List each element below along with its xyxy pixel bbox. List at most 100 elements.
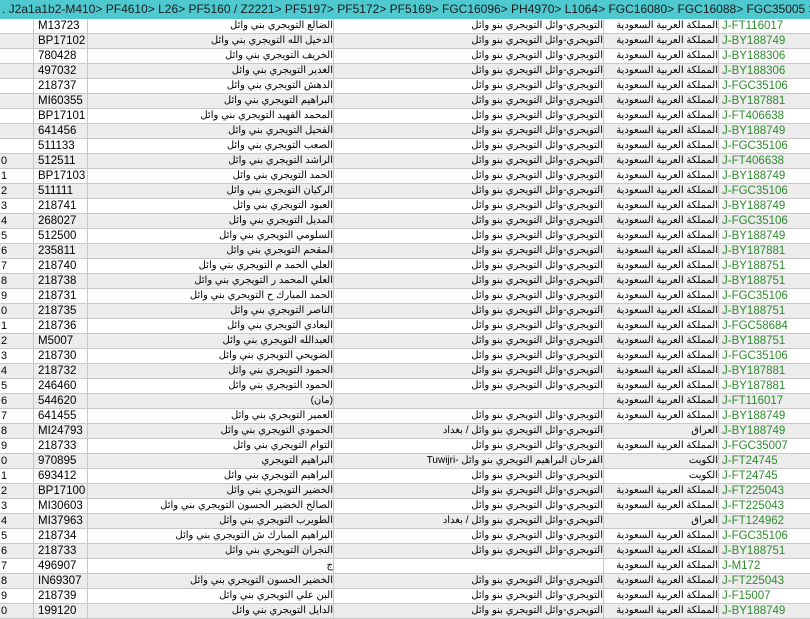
paternal-ancestor-name-cell[interactable]: الصعب التويجري بني وائل — [87, 139, 333, 153]
table-row[interactable]: 8 MI24793 الحمودي التويجري بني وائل التويجر… — [0, 424, 810, 439]
paternal-ancestor-name-cell[interactable]: النجران التويجري بني وائل — [87, 544, 333, 558]
paternal-ancestor-name-cell[interactable]: البراهيم التويجري بني وائل — [87, 469, 333, 483]
tribe-name-cell[interactable]: التويجري-وائل التويجري بنو وائل — [333, 64, 603, 78]
country-cell[interactable]: الكويت — [603, 469, 718, 483]
kit-number-cell[interactable]: 218739 — [33, 589, 87, 603]
row-index-cell[interactable]: 1 — [0, 169, 33, 183]
tribe-name-cell[interactable]: التويجري-وائل التويجري بنو وائل — [333, 124, 603, 138]
country-cell[interactable]: المملكة العربية السعودية — [603, 229, 718, 243]
kit-number-cell[interactable]: 218736 — [33, 319, 87, 333]
haplogroup-cell[interactable]: J-FGC35007 — [718, 439, 810, 453]
table-row[interactable]: 497032 الغدير التويجري بني وائل التويجري-و… — [0, 64, 810, 79]
paternal-ancestor-name-cell[interactable]: المديل التويجري بني وائل — [87, 214, 333, 228]
paternal-ancestor-name-cell[interactable]: الخضير التويجري بني وائل — [87, 484, 333, 498]
table-row[interactable]: 4 268027 المديل التويجري بني وائل التويجري-… — [0, 214, 810, 229]
kit-number-cell[interactable]: 641456 — [33, 124, 87, 138]
paternal-ancestor-name-cell[interactable]: البن علي التويجري بني وائل — [87, 589, 333, 603]
country-cell[interactable]: المملكة العربية السعودية — [603, 439, 718, 453]
country-cell[interactable]: المملكة العربية السعودية — [603, 499, 718, 513]
row-index-cell[interactable]: 8 — [0, 274, 33, 288]
tribe-name-cell[interactable]: التويجري-وائل التويجري بنو وائل — [333, 364, 603, 378]
table-row[interactable]: 4 MI37963 الطويرب التويجري بني وائل التويجر… — [0, 514, 810, 529]
paternal-ancestor-name-cell[interactable]: الفحيل التويجري بني وائل — [87, 124, 333, 138]
paternal-ancestor-name-cell[interactable]: الطويرب التويجري بني وائل — [87, 514, 333, 528]
tribe-name-cell[interactable]: التويجري-وائل التويجري بنو وائل — [333, 184, 603, 198]
kit-number-cell[interactable]: MI60355 — [33, 94, 87, 108]
country-cell[interactable]: العراق — [603, 424, 718, 438]
table-row[interactable]: BP17101 المحمد الفهيد التويجري بني وائل ال… — [0, 109, 810, 124]
row-index-cell[interactable]: 4 — [0, 214, 33, 228]
kit-number-cell[interactable]: 641455 — [33, 409, 87, 423]
tribe-name-cell[interactable]: التويجري-وائل التويجري بنو وائل — [333, 154, 603, 168]
country-cell[interactable]: المملكة العربية السعودية — [603, 379, 718, 393]
row-index-cell[interactable]: 0 — [0, 454, 33, 468]
row-index-cell[interactable]: 5 — [0, 229, 33, 243]
haplogroup-cell[interactable]: J-BY188749 — [718, 199, 810, 213]
haplogroup-cell[interactable]: J-BY188749 — [718, 34, 810, 48]
haplogroup-cell[interactable]: J-FT124962 — [718, 514, 810, 528]
tribe-name-cell[interactable]: التويجري-وائل التويجري بنو وائل — [333, 214, 603, 228]
kit-number-cell[interactable]: 218740 — [33, 259, 87, 273]
table-row[interactable]: 1 218736 البعادي التويجري بني وائل التويجري… — [0, 319, 810, 334]
haplogroup-cell[interactable]: J-BY188749 — [718, 169, 810, 183]
tribe-name-cell[interactable]: التويجري-وائل التويجري بنو وائل — [333, 244, 603, 258]
table-row[interactable]: 5 246460 الحمود التويجري بني وائل التويجري-… — [0, 379, 810, 394]
tribe-name-cell[interactable]: التويجري-وائل التويجري بنو وائل — [333, 94, 603, 108]
table-row[interactable]: 5 512500 السلومي التويجري بني وائل التويجري… — [0, 229, 810, 244]
paternal-ancestor-name-cell[interactable]: الدخيل الله التويجري بني وائل — [87, 34, 333, 48]
haplogroup-cell[interactable]: J-BY187881 — [718, 379, 810, 393]
row-index-cell[interactable]: 4 — [0, 514, 33, 528]
table-row[interactable]: 2 BP17100 الخضير التويجري بني وائل التويجري… — [0, 484, 810, 499]
table-row[interactable]: 9 218739 البن علي التويجري بني وائل التويجر… — [0, 589, 810, 604]
haplogroup-cell[interactable]: J-BY187881 — [718, 364, 810, 378]
row-index-cell[interactable] — [0, 124, 33, 138]
tribe-name-cell[interactable]: التويجري-وائل التويجري بنو وائل — [333, 79, 603, 93]
table-row[interactable]: 2 M5007 العبدالله التويجري بني وائل التويجر… — [0, 334, 810, 349]
kit-number-cell[interactable]: BP17103 — [33, 169, 87, 183]
country-cell[interactable]: المملكة العربية السعودية — [603, 64, 718, 78]
row-index-cell[interactable]: 6 — [0, 394, 33, 408]
tribe-name-cell[interactable]: التويجري-وائل التويجري بنو وائل — [333, 19, 603, 33]
paternal-ancestor-name-cell[interactable]: البراهيم التويجري — [87, 454, 333, 468]
table-row[interactable]: M13723 الضالع التويجري بني وائل التويجري-و… — [0, 19, 810, 34]
tribe-name-cell[interactable]: التويجري-وائل التويجري بنو وائل — [333, 34, 603, 48]
tribe-name-cell[interactable]: التويجري-وائل التويجري بنو وائل — [333, 604, 603, 618]
paternal-ancestor-name-cell[interactable]: الحمودي التويجري بني وائل — [87, 424, 333, 438]
haplogroup-cell[interactable]: J-FT24745 — [718, 469, 810, 483]
row-index-cell[interactable]: 9 — [0, 439, 33, 453]
haplogroup-cell[interactable]: J-FGC35106 — [718, 349, 810, 363]
tribe-name-cell[interactable]: التويجري-وائل التويجري بنو وائل — [333, 139, 603, 153]
tribe-name-cell[interactable]: التويجري-وائل التويجري بنو وائل / بغداد — [333, 424, 603, 438]
table-row[interactable]: 511133 الصعب التويجري بني وائل التويجري-وا… — [0, 139, 810, 154]
paternal-ancestor-name-cell[interactable]: الغدير التويجري بني وائل — [87, 64, 333, 78]
kit-number-cell[interactable]: 780428 — [33, 49, 87, 63]
paternal-ancestor-name-cell[interactable]: الصالح الخضير الحسون التويجري بني وائل — [87, 499, 333, 513]
haplogroup-cell[interactable]: J-BY188751 — [718, 259, 810, 273]
kit-number-cell[interactable]: 218738 — [33, 274, 87, 288]
tribe-name-cell[interactable]: التويجري-وائل التويجري بنو وائل — [333, 304, 603, 318]
tribe-name-cell[interactable]: التويجري-وائل التويجري بنو وائل — [333, 349, 603, 363]
kit-number-cell[interactable]: 268027 — [33, 214, 87, 228]
table-row[interactable]: 0 512511 الراشد التويجري بني وائل التويجري-… — [0, 154, 810, 169]
kit-number-cell[interactable]: 511133 — [33, 139, 87, 153]
country-cell[interactable]: المملكة العربية السعودية — [603, 589, 718, 603]
country-cell[interactable]: المملكة العربية السعودية — [603, 259, 718, 273]
table-row[interactable]: 3 218730 الضويحي التويجري بني وائل التويجري… — [0, 349, 810, 364]
country-cell[interactable]: المملكة العربية السعودية — [603, 184, 718, 198]
country-cell[interactable]: المملكة العربية السعودية — [603, 319, 718, 333]
haplogroup-cell[interactable]: J-BY188306 — [718, 49, 810, 63]
kit-number-cell[interactable]: BP17100 — [33, 484, 87, 498]
country-cell[interactable]: المملكة العربية السعودية — [603, 109, 718, 123]
table-row[interactable]: 641456 الفحيل التويجري بني وائل التويجري-و… — [0, 124, 810, 139]
row-index-cell[interactable] — [0, 64, 33, 78]
table-row[interactable]: 8 218738 العلي المحمد ر التويجري بني وائل ا… — [0, 274, 810, 289]
kit-number-cell[interactable]: 970895 — [33, 454, 87, 468]
table-row[interactable]: 7 496907 ج المملكة العربية السعودية J-M172 — [0, 559, 810, 574]
paternal-ancestor-name-cell[interactable]: الحمد المبارك ح التويجري بني وائل — [87, 289, 333, 303]
country-cell[interactable]: العراق — [603, 514, 718, 528]
tribe-name-cell[interactable]: التويجري-وائل التويجري بنو وائل — [333, 499, 603, 513]
row-index-cell[interactable]: 8 — [0, 424, 33, 438]
haplogroup-cell[interactable]: J-FGC35106 — [718, 79, 810, 93]
kit-number-cell[interactable]: IN69307 — [33, 574, 87, 588]
tribe-name-cell[interactable]: التويجري-وائل التويجري بنو وائل — [333, 484, 603, 498]
